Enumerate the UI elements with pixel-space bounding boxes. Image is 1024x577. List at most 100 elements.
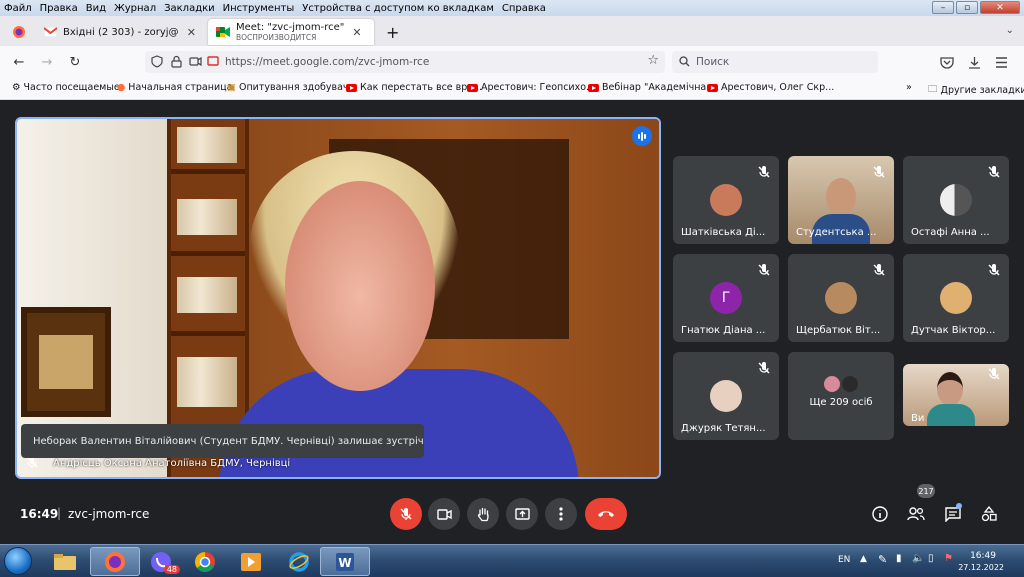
- os-taskbar: 48 W EN ▲ ✎ ▮ 🔈 ▯ ⚑ 16:49 27.12.2022: [0, 544, 1024, 577]
- mic-off-icon: [758, 264, 770, 276]
- screen-share-indicator-icon[interactable]: [207, 56, 219, 67]
- tray-expand-icon[interactable]: ▲: [860, 554, 867, 564]
- leave-call-button[interactable]: [585, 498, 627, 530]
- volume-icon[interactable]: 🔈: [912, 553, 924, 564]
- menu-view[interactable]: Вид: [82, 3, 110, 14]
- language-indicator[interactable]: EN: [838, 555, 850, 565]
- bookmark-star-icon[interactable]: ☆: [647, 53, 659, 68]
- menu-bar: Файл Правка Вид Журнал Закладки Инструме…: [0, 0, 1024, 16]
- tab-meet[interactable]: Meet: "zvc-jmom-rce" ВОСПРОИЗВОДИТСЯ ✕: [208, 19, 374, 45]
- gmail-icon: [44, 27, 57, 37]
- raise-hand-button[interactable]: [467, 498, 499, 530]
- network-icon[interactable]: ▮: [896, 553, 902, 564]
- participant-name: Дутчак Віктор...: [911, 325, 996, 336]
- participant-tile[interactable]: Остафі Анна ...: [903, 156, 1009, 244]
- participant-tile[interactable]: Дутчак Віктор...: [903, 254, 1009, 342]
- download-icon[interactable]: [968, 56, 981, 69]
- self-name: Ви: [911, 413, 925, 424]
- pen-icon[interactable]: ✎: [878, 553, 887, 566]
- firefox-view-button[interactable]: [4, 19, 34, 45]
- bookmarks-toolbar: ⚙ Часто посещаемые ● Начальная страница ▣ О…: [0, 78, 1024, 100]
- url-bar[interactable]: https://meet.google.com/zvc-jmom-rce ☆: [145, 51, 665, 73]
- menu-bookmarks[interactable]: Закладки: [160, 3, 219, 14]
- more-participants-tile[interactable]: Ще 209 осіб: [788, 352, 894, 440]
- activities-button[interactable]: [978, 503, 1000, 525]
- avatar: Г: [710, 282, 742, 314]
- action-center-flag-icon[interactable]: ⚑: [944, 553, 953, 564]
- tray-time[interactable]: 16:49: [970, 551, 996, 561]
- menu-file[interactable]: Файл: [0, 3, 36, 14]
- menu-tools[interactable]: Инструменты: [219, 3, 299, 14]
- minimize-button[interactable]: –: [932, 1, 954, 14]
- avatar: [710, 380, 742, 412]
- participant-tile[interactable]: Джуряк Тетян...: [673, 352, 779, 440]
- tray-date[interactable]: 27.12.2022: [958, 563, 1004, 572]
- tab-list-chevron-icon[interactable]: ⌄: [1006, 25, 1014, 36]
- bookmark-youtube-2[interactable]: Арестович: Геопсихо...: [467, 82, 595, 93]
- shield-icon[interactable]: [151, 55, 163, 68]
- bookmark-youtube-3[interactable]: Вебінар "Академічна ...: [588, 82, 718, 93]
- main-speaker-name: Андрієць Оксана Анатоліївна БДМУ, Чернів…: [53, 458, 291, 469]
- camera-permission-icon[interactable]: [189, 56, 202, 67]
- menu-edit[interactable]: Правка: [36, 3, 82, 14]
- tab-gmail[interactable]: Вхідні (2 303) - zoryj@bsmu.edu. ✕: [36, 19, 204, 45]
- search-input[interactable]: Поиск: [672, 51, 878, 73]
- system-tray: EN ▲ ✎ ▮ 🔈 ▯ ⚑ 16:49 27.12.2022: [834, 545, 1024, 577]
- menu-history[interactable]: Журнал: [110, 3, 160, 14]
- gear-icon: ⚙: [12, 82, 21, 93]
- bookmark-youtube-4[interactable]: Арестович, Олег Скр...: [707, 82, 834, 93]
- participant-video: [826, 178, 856, 216]
- menu-synced-tabs[interactable]: Устройства с доступом ко вкладкам: [298, 3, 498, 14]
- camera-toggle-button[interactable]: [428, 498, 460, 530]
- present-screen-button[interactable]: [506, 498, 538, 530]
- close-tab-icon[interactable]: ✕: [352, 26, 361, 39]
- taskbar-media-player[interactable]: [226, 547, 276, 576]
- back-arrow-icon[interactable]: ←: [10, 53, 28, 71]
- hamburger-menu-icon[interactable]: [995, 57, 1008, 68]
- maximize-button[interactable]: ▫: [956, 1, 978, 14]
- forward-arrow-icon[interactable]: →: [38, 53, 56, 71]
- bookmark-youtube-1[interactable]: Как перестать все вре...: [346, 82, 482, 93]
- camera-icon: [436, 508, 452, 520]
- mic-off-icon: [873, 166, 885, 178]
- more-participants-label: Ще 209 осіб: [809, 397, 873, 408]
- people-count-badge: 217: [917, 484, 935, 498]
- participant-tile[interactable]: Шатківська Ді...: [673, 156, 779, 244]
- hand-icon: [477, 507, 489, 521]
- power-icon[interactable]: ▯: [928, 553, 934, 564]
- taskbar-chrome[interactable]: [180, 547, 230, 576]
- close-tab-icon[interactable]: ✕: [187, 26, 196, 39]
- mic-off-icon: [400, 508, 412, 520]
- reload-icon[interactable]: ↻: [66, 53, 84, 71]
- avatar: [822, 374, 842, 394]
- pocket-icon[interactable]: [940, 56, 954, 69]
- self-view-tile[interactable]: Ви: [903, 364, 1009, 426]
- other-bookmarks[interactable]: 🗀 Другие закладки: [928, 82, 1024, 98]
- bookmark-most-visited[interactable]: ⚙ Часто посещаемые: [12, 82, 120, 93]
- lock-icon[interactable]: [171, 55, 182, 68]
- meet-stage: Андрієць Оксана Анатоліївна БДМУ, Чернів…: [0, 100, 1024, 544]
- taskbar-viber[interactable]: 48: [136, 547, 186, 576]
- avatar: [940, 282, 972, 314]
- taskbar-internet-explorer[interactable]: [274, 547, 324, 576]
- people-button[interactable]: [905, 503, 927, 525]
- participant-tile[interactable]: Студентська ...: [788, 156, 894, 244]
- menu-help[interactable]: Справка: [498, 3, 550, 14]
- mic-toggle-button[interactable]: [390, 498, 422, 530]
- more-options-button[interactable]: [545, 498, 577, 530]
- bookmark-start-page[interactable]: ● Начальная страница: [117, 82, 232, 93]
- search-icon: [679, 56, 690, 67]
- start-button[interactable]: [4, 547, 32, 575]
- taskbar-firefox[interactable]: [90, 547, 140, 576]
- close-window-button[interactable]: ✕: [980, 1, 1020, 14]
- participant-left-toast: Неборак Валентин Віталійович (Студент БД…: [21, 424, 424, 458]
- participant-tile[interactable]: Г Гнатюк Діана ...: [673, 254, 779, 342]
- bookmarks-overflow-chevron-icon[interactable]: »: [906, 82, 912, 93]
- taskbar-explorer[interactable]: [40, 547, 90, 576]
- new-tab-button[interactable]: +: [378, 19, 402, 45]
- participant-tile[interactable]: Щербатюк Віт...: [788, 254, 894, 342]
- meeting-details-button[interactable]: [869, 503, 891, 525]
- avatar: [710, 184, 742, 216]
- taskbar-word[interactable]: W: [320, 547, 370, 576]
- bookmark-survey[interactable]: ▣ Опитування здобувач...: [227, 82, 358, 93]
